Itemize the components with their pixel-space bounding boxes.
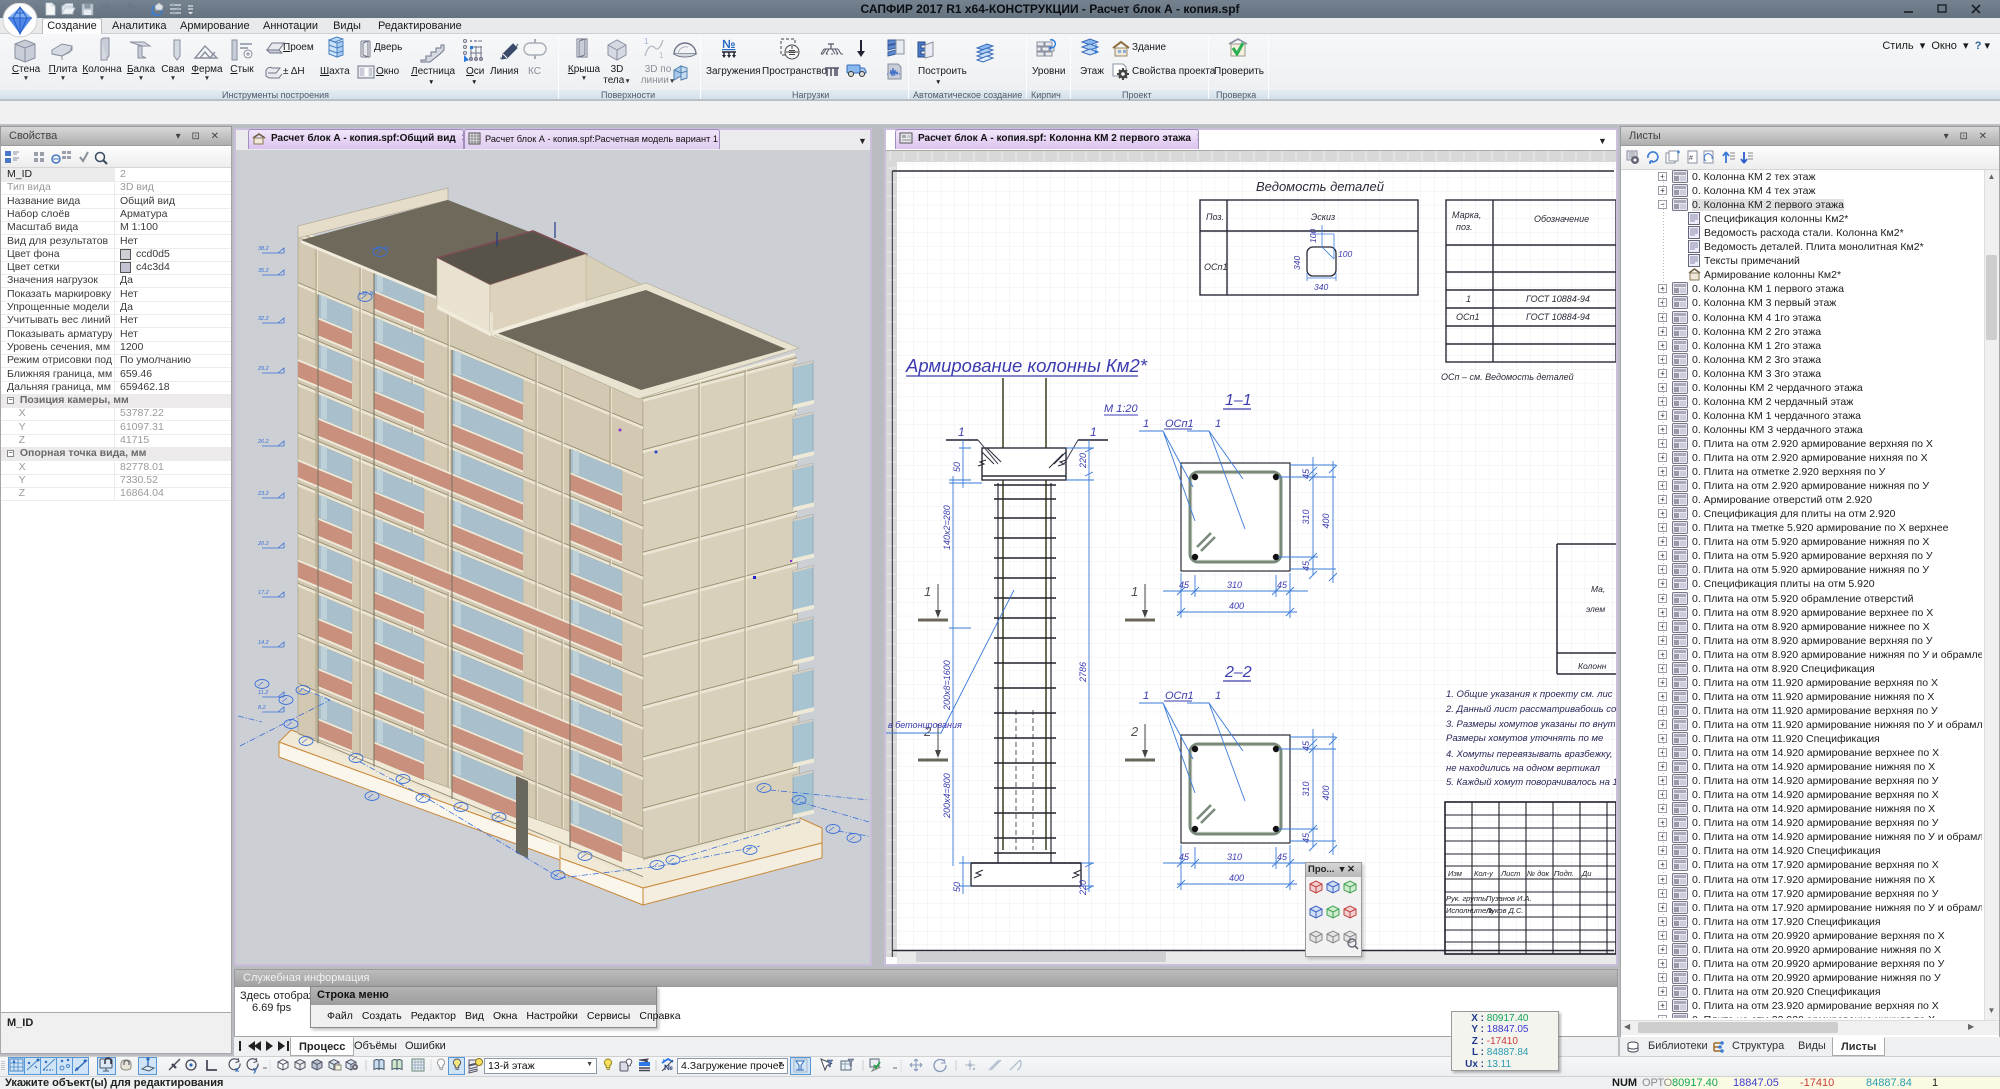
svg-text:Размеры хомутов уточнять по ме: Размеры хомутов уточнять по ме (1446, 733, 1603, 744)
svg-text:26.2: 26.2 (257, 439, 269, 445)
svg-text:100: 100 (1308, 229, 1318, 243)
svg-text:50: 50 (952, 882, 962, 892)
svg-text:45: 45 (1277, 852, 1288, 862)
svg-text:100: 100 (1338, 249, 1352, 259)
svg-text:32.2: 32.2 (258, 316, 269, 322)
svg-text:элем: элем (1586, 604, 1605, 614)
svg-text:ОСп1: ОСп1 (1165, 690, 1194, 702)
svg-text:310: 310 (1227, 852, 1242, 862)
svg-text:29.2: 29.2 (257, 366, 269, 372)
svg-text:400: 400 (1321, 513, 1331, 528)
svg-text:№: № (722, 37, 735, 51)
svg-text:Рук. группы: Рук. группы (1446, 894, 1488, 903)
svg-text:Кол-у: Кол-у (1474, 869, 1494, 878)
svg-text:400: 400 (1321, 785, 1331, 800)
svg-text:1: 1 (1466, 294, 1471, 304)
svg-text:140x2=280: 140x2=280 (942, 505, 952, 550)
svg-text:Армирование колонны Км2*: Армирование колонны Км2* (905, 355, 1148, 376)
svg-text:220: 220 (1078, 453, 1088, 469)
svg-text:45: 45 (1301, 468, 1311, 479)
svg-text:Изм: Изм (1448, 869, 1462, 878)
svg-text:35.2: 35.2 (258, 268, 269, 274)
svg-text:45: 45 (1179, 852, 1190, 862)
svg-text:1: 1 (1143, 418, 1149, 430)
svg-text:Ведомость деталей: Ведомость деталей (1256, 179, 1384, 194)
svg-text:45: 45 (1301, 560, 1311, 571)
svg-text:+38.30: +38.30 (358, 291, 376, 297)
svg-text:5. Каждый хомут поворачивалось: 5. Каждый хомут поворачивалось на 1 (1446, 777, 1616, 788)
svg-text:Колонн: Колонн (1578, 661, 1607, 671)
svg-text:ОСп1: ОСп1 (1456, 312, 1479, 322)
svg-text:ГОСТ 10884-94: ГОСТ 10884-94 (1526, 294, 1590, 304)
svg-text:1: 1 (924, 584, 931, 599)
svg-text:Марка,: Марка, (1452, 210, 1481, 220)
svg-text:1: 1 (659, 51, 664, 60)
svg-text:45: 45 (1301, 832, 1311, 843)
svg-text:20.2: 20.2 (257, 541, 269, 547)
svg-text:11.2: 11.2 (258, 690, 268, 696)
svg-text:200x8=1600: 200x8=1600 (942, 660, 952, 711)
svg-text:Пузанов И.А.: Пузанов И.А. (1486, 894, 1532, 903)
svg-text:8.2: 8.2 (258, 705, 266, 711)
svg-text:1: 1 (1143, 690, 1149, 702)
svg-text:340: 340 (1292, 256, 1302, 270)
svg-text:Ди: Ди (1581, 869, 1592, 878)
svg-text:1: 1 (1215, 418, 1221, 430)
svg-text:2786: 2786 (1078, 662, 1088, 683)
svg-text:14.2: 14.2 (258, 640, 269, 646)
svg-text:2. Данный лист рассматривабошь: 2. Данный лист рассматривабошь совм (1445, 704, 1616, 715)
svg-text:Ма,: Ма, (1591, 584, 1605, 594)
svg-text:#: # (1689, 155, 1693, 162)
svg-text:23.2: 23.2 (257, 491, 269, 497)
svg-text:400: 400 (1229, 873, 1244, 883)
svg-text:Обозначение: Обозначение (1534, 214, 1589, 224)
svg-text:не находились на одном вертика: не находились на одном вертикал (1446, 763, 1601, 774)
svg-text:1: 1 (1090, 425, 1097, 439)
svg-text:1: 1 (1215, 690, 1221, 702)
svg-text:М 1:20: М 1:20 (1104, 403, 1139, 415)
svg-text:ОСп1: ОСп1 (1165, 418, 1194, 430)
svg-text:2: 2 (1130, 724, 1139, 739)
svg-text:ГОСТ 10884-94: ГОСТ 10884-94 (1526, 312, 1590, 322)
svg-text:+41.30: +41.30 (372, 246, 390, 252)
svg-text:38.2: 38.2 (258, 246, 269, 252)
svg-text:220: 220 (1078, 880, 1088, 896)
svg-text:17.2: 17.2 (258, 590, 269, 596)
svg-text:Поз.: Поз. (1206, 212, 1224, 222)
svg-text:Луков Д.С.: Луков Д.С. (1485, 906, 1523, 915)
svg-text:310: 310 (1227, 580, 1242, 590)
svg-text:ОСп – см. Ведомость деталей: ОСп – см. Ведомость деталей (1441, 372, 1574, 382)
svg-text:Эскиз: Эскиз (1311, 212, 1335, 222)
svg-text:ОСп1: ОСп1 (1204, 262, 1227, 272)
svg-text:№ док: № док (1527, 869, 1550, 878)
svg-text:в бетонирования: в бетонирования (888, 720, 962, 730)
svg-text:2–2: 2–2 (1224, 664, 1252, 681)
svg-text:1–1: 1–1 (1225, 392, 1252, 409)
svg-text:Подп.: Подп. (1554, 869, 1574, 878)
svg-text:3. Размеры хомутов указаны по: 3. Размеры хомутов указаны по внут (1446, 719, 1616, 730)
svg-text:50: 50 (952, 462, 962, 472)
svg-text:Лист: Лист (1500, 869, 1520, 878)
svg-text:поз.: поз. (1456, 222, 1473, 232)
svg-text:1: 1 (1131, 584, 1138, 599)
svg-text:310: 310 (1301, 781, 1311, 796)
svg-text:45: 45 (1179, 580, 1190, 590)
svg-text:1. Общие указания к проекту см: 1. Общие указания к проекту см. лис (1446, 689, 1613, 700)
svg-text:45: 45 (1301, 740, 1311, 751)
svg-text:310: 310 (1301, 509, 1311, 524)
svg-text:200x4=800: 200x4=800 (942, 773, 952, 819)
svg-text:340: 340 (1314, 282, 1328, 292)
svg-text:1: 1 (644, 37, 649, 46)
svg-text:45: 45 (1277, 580, 1288, 590)
svg-text:400: 400 (1229, 601, 1244, 611)
svg-text:1: 1 (958, 425, 965, 439)
svg-text:4. Хомуты перевязывать вразбеж: 4. Хомуты перевязывать вразбежку, (1446, 749, 1613, 760)
